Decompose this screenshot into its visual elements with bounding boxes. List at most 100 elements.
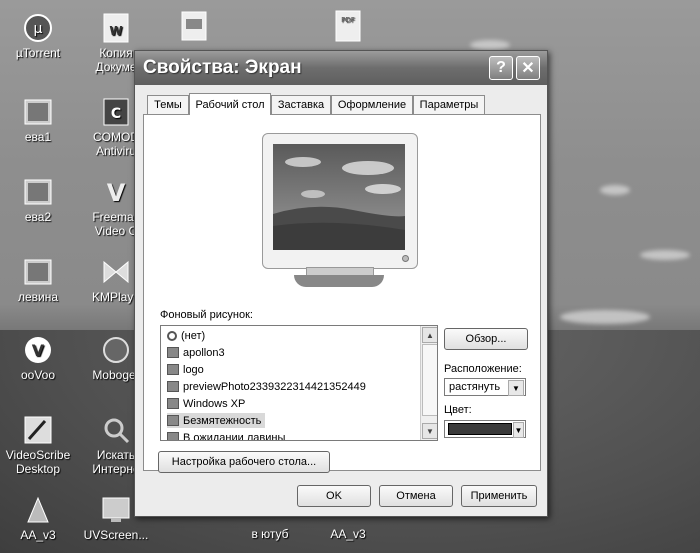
image-icon	[167, 398, 179, 409]
tab-settings[interactable]: Параметры	[413, 95, 485, 114]
wallpaper-preview	[273, 144, 405, 250]
aa-v3-icon	[22, 494, 54, 526]
desktop-icon-aa-v3[interactable]: AA_v3	[2, 494, 74, 542]
scroll-thumb[interactable]	[422, 344, 437, 416]
scroll-down-button[interactable]: ▼	[422, 423, 437, 439]
wallpaper-cloud	[600, 185, 630, 195]
svg-text:W: W	[109, 24, 122, 38]
power-led	[402, 255, 409, 262]
dialog-title: Свойства: Экран	[143, 57, 302, 78]
wallpaper-cloud	[470, 40, 510, 50]
desktop-icon-label: µTorrent	[15, 46, 61, 60]
list-item[interactable]: previewPhoto2339322314421352449	[167, 379, 366, 394]
list-item[interactable]: logo	[167, 362, 204, 377]
uvscreen-icon	[100, 494, 132, 526]
kmplayer-icon	[100, 256, 132, 288]
list-item[interactable]: apollon3	[167, 345, 225, 360]
desktop-icon-eva1[interactable]: ева1	[2, 96, 74, 144]
desktop-icon-label: AA_v3	[20, 528, 56, 542]
list-item[interactable]: (нет)	[167, 328, 205, 343]
desktop-icon-utorrent[interactable]: µ µTorrent	[2, 12, 74, 60]
color-picker[interactable]: ▼	[444, 420, 526, 438]
cancel-button[interactable]: Отмена	[379, 485, 453, 507]
list-item-label: Windows XP	[183, 397, 246, 410]
svg-text:PDF: PDF	[341, 16, 355, 24]
chevron-up-icon: ▲	[426, 330, 434, 340]
list-item-selected[interactable]: Безмятежность	[167, 413, 266, 428]
desktop-icon-oovoo[interactable]: V ooVoo	[2, 334, 74, 382]
apply-button[interactable]: Применить	[461, 485, 537, 507]
tab-desktop[interactable]: Рабочий стол	[189, 93, 271, 115]
scroll-up-button[interactable]: ▲	[422, 327, 437, 343]
desktop-icon-videoscribe[interactable]: VideoScribe Desktop	[2, 414, 74, 476]
desktop-tab-panel: Фоновый рисунок: (нет) apollon3 logo pre…	[143, 114, 541, 473]
desktop-icon-levina[interactable]: левина	[2, 256, 74, 304]
help-button[interactable]: ?	[489, 56, 513, 80]
desktop-icon-eva2[interactable]: ева2	[2, 176, 74, 224]
position-select[interactable]: растянуть ▼	[444, 378, 526, 396]
tab-appearance[interactable]: Оформление	[331, 95, 413, 114]
image-icon	[167, 381, 179, 392]
comodo-icon: C	[100, 96, 132, 128]
search-icon	[100, 414, 132, 446]
desktop-icon-label: ooVoo	[20, 368, 56, 382]
position-select-value: растянуть	[449, 381, 501, 393]
image-file-icon	[22, 176, 54, 208]
chevron-down-icon: ▼	[426, 426, 434, 436]
color-swatch	[448, 423, 512, 435]
videoscribe-icon	[22, 414, 54, 446]
position-label: Расположение:	[444, 363, 522, 375]
freemake-icon: V	[100, 176, 132, 208]
monitor-base	[294, 275, 384, 287]
color-label: Цвет:	[444, 404, 472, 416]
image-file-icon	[22, 256, 54, 288]
desktop-icon-label: левина	[17, 290, 59, 304]
desktop-icon-pdf[interactable]: PDF	[312, 10, 384, 44]
svg-text:V: V	[107, 179, 126, 207]
image-icon	[167, 415, 179, 426]
svg-text:µ: µ	[34, 21, 43, 37]
desktop-icon-file[interactable]	[158, 10, 230, 44]
document-icon	[178, 10, 210, 42]
list-item-label: В ожидании лавины	[183, 431, 286, 441]
wallpaper-cloud	[560, 310, 650, 324]
list-item-label: (нет)	[181, 329, 206, 342]
monitor-frame	[262, 133, 418, 269]
desktop-icon-label: ева2	[24, 210, 52, 224]
image-file-icon	[22, 96, 54, 128]
background-label: Фоновый рисунок:	[160, 309, 253, 321]
svg-text:C: C	[111, 106, 121, 122]
close-icon: ✕	[521, 60, 535, 77]
list-item[interactable]: В ожидании лавины	[167, 430, 286, 441]
help-icon: ?	[496, 59, 506, 76]
wallpaper-cloud	[640, 250, 690, 260]
desktop-icon-label: VideoScribe Desktop	[5, 448, 71, 476]
chevron-down-icon: ▼	[513, 422, 524, 438]
list-item[interactable]: Windows XP	[167, 396, 245, 411]
none-icon	[167, 330, 177, 341]
browse-button[interactable]: Обзор...	[444, 328, 528, 350]
tab-themes[interactable]: Темы	[147, 95, 189, 114]
image-icon	[167, 432, 179, 440]
display-properties-dialog: Свойства: Экран ? ✕ Темы Рабочий стол За…	[134, 50, 548, 517]
list-item-label: apollon3	[183, 346, 225, 359]
pdf-icon: PDF	[332, 10, 364, 42]
desktop-icon-label: в ютуб	[251, 527, 289, 541]
listbox-scrollbar[interactable]: ▲ ▼	[420, 326, 437, 440]
dialog-titlebar[interactable]: Свойства: Экран ? ✕	[135, 51, 547, 85]
oovoo-icon: V	[22, 334, 54, 366]
svg-text:V: V	[32, 341, 45, 360]
customize-desktop-button[interactable]: Настройка рабочего стола...	[158, 451, 330, 473]
desktop-icon-label: UVScreen...	[83, 528, 149, 542]
image-icon	[167, 347, 179, 358]
close-button[interactable]: ✕	[516, 56, 540, 80]
utorrent-icon: µ	[22, 12, 54, 44]
mobogenie-icon	[100, 334, 132, 366]
background-listbox[interactable]: (нет) apollon3 logo previewPhoto23393223…	[160, 325, 438, 441]
image-icon	[167, 364, 179, 375]
list-item-label: logo	[183, 363, 204, 376]
ok-button[interactable]: OK	[297, 485, 371, 507]
tab-screensaver[interactable]: Заставка	[271, 95, 331, 114]
word-document-icon: W	[100, 12, 132, 44]
monitor-preview	[262, 133, 418, 293]
